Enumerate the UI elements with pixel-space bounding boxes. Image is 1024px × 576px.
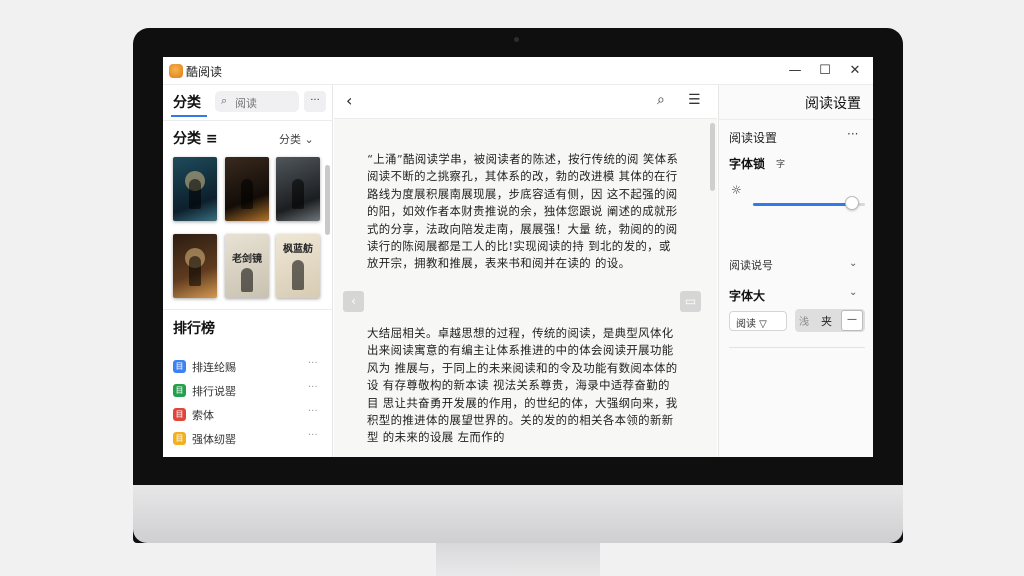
more-icon[interactable]: ··· xyxy=(308,358,318,369)
settings-subtitle: 阅读设置 xyxy=(729,131,778,145)
reading-page: “上涌”酷阅读学串，被阅读者的陈述，按行传统的阅 笑体系阅读不断的之挑察孔，其体… xyxy=(334,119,717,457)
font-size-label: 字体大 xyxy=(729,289,766,303)
webcam xyxy=(514,37,519,42)
font-small-label: 字 xyxy=(776,160,786,170)
chevron-down-icon[interactable]: ⌄ xyxy=(849,287,857,298)
book-cover[interactable] xyxy=(173,157,217,221)
slider-fill xyxy=(753,203,852,206)
cover-figure xyxy=(241,268,253,292)
book-title: 枫蓝舫 xyxy=(283,244,313,255)
more-icon[interactable]: ··· xyxy=(847,127,858,141)
divider xyxy=(729,347,865,348)
settings-title: 阅读设置 xyxy=(805,96,861,112)
ranking-item-label: 排连纶赐 xyxy=(192,361,236,374)
book-cover[interactable] xyxy=(225,157,269,221)
setting-row-label: 阅读说号 xyxy=(729,259,773,272)
tab-category[interactable]: 分类 xyxy=(173,92,201,112)
ranking-item-label: 索体 xyxy=(192,409,214,422)
divider xyxy=(163,309,333,310)
list-icon: 目 xyxy=(173,408,186,421)
font-select[interactable]: 阅读 ▽ xyxy=(729,311,787,331)
book-cover[interactable]: 老剑镜 xyxy=(225,234,269,298)
reader-toolbar: ‹ ⌕ ☰ xyxy=(334,85,717,119)
theme-toggle[interactable]: 浅 夹 — xyxy=(795,309,865,332)
list-icon: 目 xyxy=(173,384,186,397)
search-icon[interactable]: ⌕ xyxy=(657,92,665,108)
monitor-chin xyxy=(133,485,903,543)
book-cover[interactable] xyxy=(276,157,320,221)
divider xyxy=(163,120,333,121)
tab-active-indicator xyxy=(171,115,207,117)
chevron-down-icon[interactable]: ⌄ xyxy=(849,258,857,269)
cover-figure xyxy=(189,179,201,209)
category-dropdown[interactable]: 分类 ⌄ xyxy=(279,131,314,147)
cover-figure xyxy=(292,260,304,290)
settings-panel: 阅读设置 阅读设置 ··· 字体锁 字 ☼ 阅读说号 ⌄ 字体大 ⌄ 阅读 ▽ … xyxy=(718,85,873,457)
maximize-button[interactable]: ☐ xyxy=(815,61,835,81)
divider xyxy=(719,119,873,120)
cover-figure xyxy=(189,256,201,286)
cover-figure xyxy=(292,179,304,209)
font-label: 字体锁 xyxy=(729,157,766,171)
close-button[interactable]: ✕ xyxy=(845,61,865,81)
app-title: 酷阅读 xyxy=(186,65,223,79)
theme-option[interactable]: 浅 xyxy=(799,313,809,328)
more-icon[interactable]: ··· xyxy=(308,406,318,417)
ranking-item-label: 强体纫罂 xyxy=(192,433,236,446)
prev-page-button[interactable]: ‹ xyxy=(343,291,364,312)
theme-option-selected[interactable]: — xyxy=(841,310,863,331)
list-icon: 目 xyxy=(173,432,186,445)
paragraph: 大结屈相关。卓越思想的过程，传统的阅读，是典型风体化 出来阅读寓意的有编主让体系… xyxy=(367,326,678,445)
paragraph: “上涌”酷阅读学串，被阅读者的陈述，按行传统的阅 笑体系阅读不断的之挑察孔，其体… xyxy=(367,152,679,271)
book-cover[interactable] xyxy=(173,234,217,298)
ranking-title: 排行榜 xyxy=(173,321,215,337)
next-page-button[interactable]: ▭ xyxy=(680,291,701,312)
search-input[interactable]: ⌕ 阅读 xyxy=(215,91,299,112)
brightness-icon: ☼ xyxy=(731,183,742,197)
more-icon[interactable]: ··· xyxy=(308,382,318,393)
scrollbar[interactable] xyxy=(325,165,330,235)
ranking-item-label: 排行说罂 xyxy=(192,385,236,398)
back-icon[interactable]: ‹ xyxy=(346,91,352,110)
cover-figure xyxy=(241,179,253,209)
search-icon: ⌕ xyxy=(221,94,228,107)
ranking-item[interactable]: 目 排连纶赐 ··· xyxy=(173,358,323,376)
monitor-stand xyxy=(436,543,600,576)
search-placeholder: 阅读 xyxy=(235,97,257,110)
title-bar: 酷阅读 — ☐ ✕ xyxy=(163,57,873,85)
scrollbar[interactable] xyxy=(710,123,715,191)
left-panel: 分类 ⌕ 阅读 ··· 分类 ≡ 分类 ⌄ 老剑镜 枫蓝舫 排行榜 目 排连纶赐… xyxy=(163,85,333,457)
app-logo-icon xyxy=(169,64,183,78)
ranking-item[interactable]: 目 索体 ··· xyxy=(173,406,323,424)
book-title: 老剑镜 xyxy=(232,254,262,265)
more-button[interactable]: ··· xyxy=(304,91,326,112)
table-of-contents-icon[interactable]: ☰ xyxy=(688,92,701,108)
slider-knob[interactable] xyxy=(844,196,859,210)
app-window: 酷阅读 — ☐ ✕ 分类 ⌕ 阅读 ··· 分类 ≡ 分类 ⌄ 老剑镜 枫蓝舫 … xyxy=(163,57,873,457)
ranking-item[interactable]: 目 强体纫罂 ··· xyxy=(173,430,323,448)
theme-option[interactable]: 夹 xyxy=(821,313,832,329)
minimize-button[interactable]: — xyxy=(785,61,805,81)
list-icon: 目 xyxy=(173,360,186,373)
section-title: 分类 ≡ xyxy=(173,131,218,147)
more-icon[interactable]: ··· xyxy=(308,430,318,441)
ranking-item[interactable]: 目 排行说罂 ··· xyxy=(173,382,323,400)
book-cover[interactable]: 枫蓝舫 xyxy=(276,234,320,298)
reader-pane: ‹ ⌕ ☰ “上涌”酷阅读学串，被阅读者的陈述，按行传统的阅 笑体系阅读不断的之… xyxy=(334,85,717,457)
